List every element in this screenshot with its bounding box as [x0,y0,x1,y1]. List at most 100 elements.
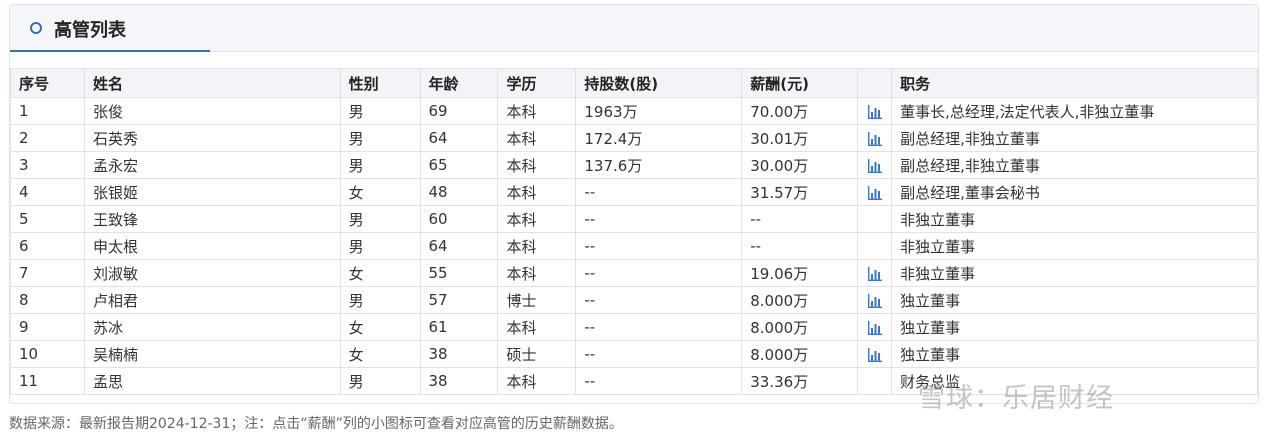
cell-index: 3 [10,151,85,179]
cell-education: 本科 [497,124,577,152]
cell-position: 董事长,总经理,法定代表人,非独立董事 [891,97,1258,125]
table-row: 10 吴楠楠女 38 硕士 -- 8.000万 独立董事 [10,340,1258,368]
circle-bullet-icon [30,22,42,34]
salary-history-chart-icon[interactable] [867,293,883,308]
cell-education: 硕士 [497,340,577,368]
cell-name: 张俊 [83,97,341,125]
cell-name: 石英秀 [83,124,341,152]
panel-header: 高管列表 [10,5,1258,52]
salary-history-chart-icon[interactable] [867,347,883,362]
cell-salary: 30.01万 [741,124,859,152]
cell-age: 65 [419,151,499,179]
cell-name: 王致锋 [83,205,341,233]
footer-note: 数据来源：最新报告期2024-12-31；注：点击“薪酬”列的小图标可查看对应高… [9,416,623,432]
cell-education: 博士 [497,286,577,314]
salary-history-chart-icon[interactable] [867,131,883,146]
cell-shares: -- [575,259,743,287]
cell-gender: 男 [339,232,421,260]
cell-shares: -- [575,205,743,233]
cell-position: 非独立董事 [891,205,1258,233]
table-row: 5 王致锋男 60 本科 -- -- 非独立董事 [10,205,1258,233]
table-row: 3 孟永宏男 65 本科 137.6万 30.00万 副总经理,非独立董事 [10,151,1258,179]
header-underline [10,50,210,52]
cell-position: 非独立董事 [891,232,1258,260]
cell-position: 独立董事 [891,313,1258,341]
table-row: 9 苏冰女 61 本科 -- 8.000万 独立董事 [10,313,1258,341]
header-education: 学历 [497,68,577,98]
cell-salary: 30.00万 [741,151,859,179]
salary-history-chart-icon[interactable] [867,104,883,119]
cell-salary: 8.000万 [741,340,859,368]
salary-history-chart-icon[interactable] [867,266,883,281]
cell-index: 11 [10,367,85,395]
cell-position: 副总经理,非独立董事 [891,151,1258,179]
cell-gender: 女 [339,313,421,341]
cell-name: 吴楠楠 [83,340,341,368]
cell-chart [857,232,893,260]
header-shares: 持股数(股) [575,68,743,98]
cell-name: 刘淑敏 [83,259,341,287]
cell-shares: -- [575,313,743,341]
cell-index: 1 [10,97,85,125]
executives-panel: 高管列表 序号 姓名 性别 年龄 学历 持股数(股) 薪酬(元) 职务 1 张俊… [9,4,1259,404]
cell-chart [857,178,893,206]
cell-age: 38 [419,367,499,395]
cell-name: 申太根 [83,232,341,260]
cell-chart [857,313,893,341]
cell-index: 5 [10,205,85,233]
cell-gender: 男 [339,205,421,233]
cell-name: 孟思 [83,367,341,395]
cell-age: 69 [419,97,499,125]
salary-history-chart-icon[interactable] [867,185,883,200]
cell-age: 48 [419,178,499,206]
table-row: 1 张俊男 69 本科 1963万 70.00万 董事长,总经理,法定代表人,非独立董事 [10,97,1258,125]
cell-gender: 男 [339,97,421,125]
cell-age: 60 [419,205,499,233]
cell-salary: 70.00万 [741,97,859,125]
cell-shares: 1963万 [575,97,743,125]
cell-chart [857,367,893,395]
header-index: 序号 [10,68,85,98]
cell-position: 独立董事 [891,340,1258,368]
cell-chart [857,124,893,152]
watermark: 雪球：乐居财经 [918,383,1114,414]
cell-name: 苏冰 [83,313,341,341]
cell-education: 本科 [497,313,577,341]
salary-history-chart-icon[interactable] [867,158,883,173]
cell-salary: 33.36万 [741,367,859,395]
table-row: 8 卢相君男 57 博士 -- 8.000万 独立董事 [10,286,1258,314]
cell-shares: 137.6万 [575,151,743,179]
cell-gender: 男 [339,124,421,152]
cell-age: 61 [419,313,499,341]
cell-age: 64 [419,232,499,260]
cell-chart [857,340,893,368]
cell-gender: 女 [339,178,421,206]
cell-shares: -- [575,367,743,395]
cell-index: 10 [10,340,85,368]
header-gender: 性别 [339,68,421,98]
cell-shares: -- [575,286,743,314]
table-row: 2 石英秀男 64 本科 172.4万 30.01万 副总经理,非独立董事 [10,124,1258,152]
cell-shares: -- [575,232,743,260]
salary-history-chart-icon[interactable] [867,320,883,335]
cell-chart [857,151,893,179]
cell-education: 本科 [497,151,577,179]
cell-salary: 8.000万 [741,286,859,314]
cell-salary: 31.57万 [741,178,859,206]
cell-index: 6 [10,232,85,260]
cell-salary: -- [741,205,859,233]
cell-shares: 172.4万 [575,124,743,152]
cell-gender: 女 [339,340,421,368]
table-row: 7 刘淑敏女 55 本科 -- 19.06万 非独立董事 [10,259,1258,287]
cell-education: 本科 [497,259,577,287]
header-age: 年龄 [419,68,499,98]
cell-gender: 女 [339,259,421,287]
cell-salary: 19.06万 [741,259,859,287]
cell-education: 本科 [497,205,577,233]
cell-index: 9 [10,313,85,341]
cell-gender: 男 [339,286,421,314]
table-row: 6 申太根男 64 本科 -- -- 非独立董事 [10,232,1258,260]
cell-index: 4 [10,178,85,206]
cell-age: 38 [419,340,499,368]
executives-table: 序号 姓名 性别 年龄 学历 持股数(股) 薪酬(元) 职务 1 张俊男 69 本科 1… [10,68,1258,395]
